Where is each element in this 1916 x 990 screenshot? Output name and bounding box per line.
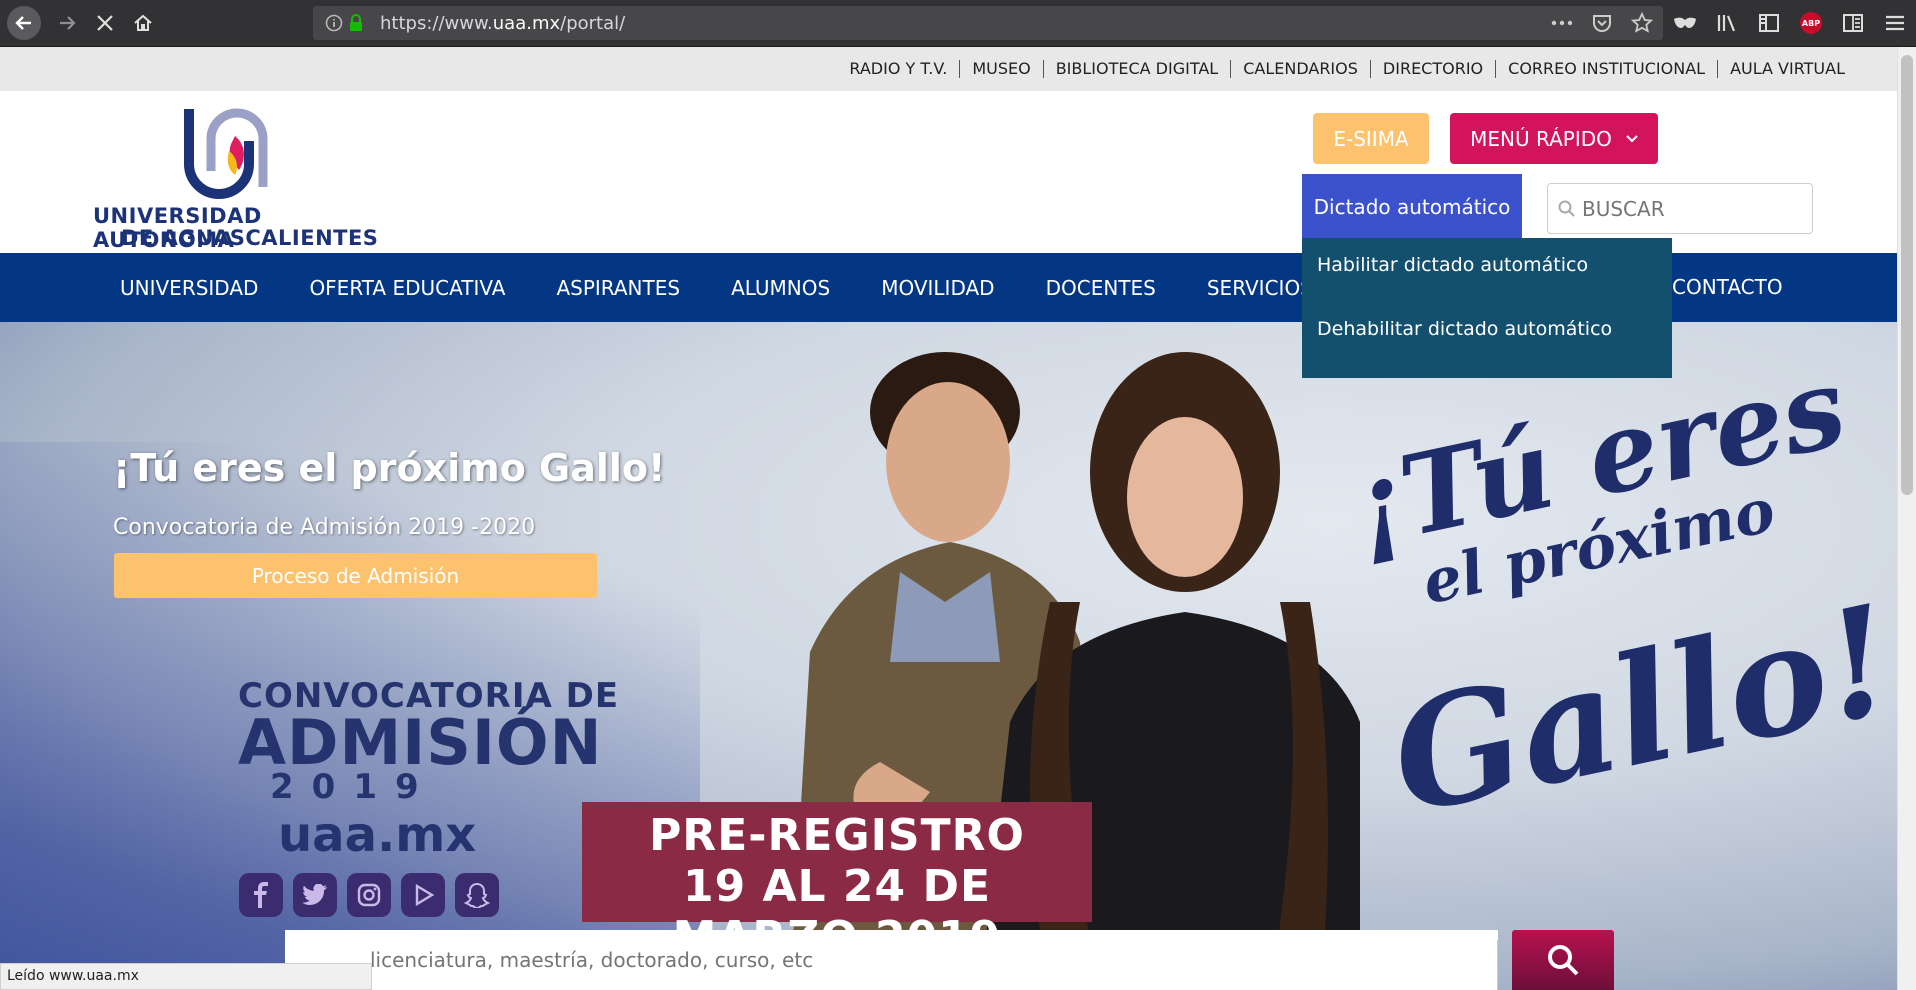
hero-subtitle: Convocatoria de Admisión 2019 -2020 — [113, 515, 536, 540]
link-biblioteca[interactable]: BIBLIOTECA DIGITAL — [1042, 60, 1231, 78]
nav-item-alumnos[interactable]: ALUMNOS — [731, 276, 830, 300]
home-icon — [134, 14, 152, 31]
hamburger-menu-icon[interactable] — [1882, 10, 1908, 36]
search-input[interactable] — [1582, 196, 1802, 222]
reader-icon[interactable] — [1840, 10, 1866, 36]
sidebar-icon[interactable] — [1756, 10, 1782, 36]
enable-dictation-item[interactable]: Habilitar dictado automático — [1317, 254, 1588, 276]
home-button[interactable] — [126, 6, 160, 40]
program-search — [285, 930, 1498, 990]
dictation-button[interactable]: Dictado automático — [1302, 174, 1522, 240]
snapchat-icon[interactable] — [455, 873, 499, 917]
scrollbar-thumb[interactable] — [1901, 55, 1913, 495]
esiima-button[interactable]: E-SIIMA — [1313, 113, 1429, 164]
quick-menu-button[interactable]: MENÚ RÁPIDO — [1450, 113, 1658, 164]
page-scrollbar[interactable] — [1897, 47, 1916, 990]
nav-item-oferta[interactable]: OFERTA EDUCATIVA — [309, 276, 505, 300]
browser-toolbar: https://www.uaa.mx/portal/ ABP — [0, 0, 1916, 47]
nav-item-movilidad[interactable]: MOVILIDAD — [881, 276, 994, 300]
arrow-left-icon — [15, 16, 31, 30]
adblock-icon[interactable]: ABP — [1798, 10, 1824, 36]
search-icon — [1548, 945, 1579, 976]
url-actions — [1551, 11, 1653, 35]
logo-mark-icon — [184, 108, 268, 199]
forward-button[interactable] — [50, 6, 84, 40]
nav-item-contacto[interactable]: CONTACTO — [1672, 253, 1783, 322]
nav-item-docentes[interactable]: DOCENTES — [1046, 276, 1156, 300]
nav-list: UNIVERSIDAD OFERTA EDUCATIVA ASPIRANTES … — [120, 253, 1408, 322]
hero-banner: ¡Tú eres el próximo Gallo! Convocatoria … — [0, 322, 1897, 990]
link-aula-virtual[interactable]: AULA VIRTUAL — [1717, 60, 1857, 78]
lock-icon — [350, 14, 362, 31]
twitter-icon[interactable] — [293, 873, 337, 917]
search-icon — [1558, 200, 1575, 217]
prereg-line1: PRE-REGISTRO — [649, 810, 1025, 861]
back-button[interactable] — [7, 6, 41, 40]
search-divider — [1497, 940, 1498, 990]
admission-process-button[interactable]: Proceso de Admisión — [114, 553, 597, 598]
star-icon[interactable] — [1631, 12, 1653, 34]
utility-bar: RADIO Y T.V. MUSEO BIBLIOTECA DIGITAL CA… — [0, 47, 1897, 91]
youtube-icon[interactable] — [401, 873, 445, 917]
dictation-menu: Habilitar dictado automático Dehabilitar… — [1302, 238, 1672, 378]
site-header: UNIVERSIDAD AUTONOMA DE AGUASCALIENTES E… — [0, 91, 1897, 253]
disable-dictation-item[interactable]: Dehabilitar dictado automático — [1317, 318, 1612, 340]
library-icon[interactable] — [1714, 10, 1740, 36]
link-correo[interactable]: CORREO INSTITUCIONAL — [1495, 60, 1717, 78]
utility-links: RADIO Y T.V. MUSEO BIBLIOTECA DIGITAL CA… — [837, 47, 1857, 91]
link-radio-tv[interactable]: RADIO Y T.V. — [837, 60, 959, 78]
site-search — [1547, 183, 1813, 234]
site-url-text: uaa.mx — [278, 807, 477, 863]
quick-menu-label: MENÚ RÁPIDO — [1470, 126, 1612, 151]
pocket-icon[interactable] — [1591, 12, 1613, 34]
nav-item-aspirantes[interactable]: ASPIRANTES — [556, 276, 680, 300]
facebook-icon[interactable] — [239, 873, 283, 917]
mask-icon[interactable] — [1672, 10, 1698, 36]
university-logo[interactable]: UNIVERSIDAD AUTONOMA DE AGUASCALIENTES — [93, 101, 383, 252]
convocatoria-year: 2019 — [270, 767, 437, 807]
nav-item-universidad[interactable]: UNIVERSIDAD — [120, 276, 258, 300]
status-bar: Leído www.uaa.mx — [0, 963, 372, 990]
more-icon[interactable] — [1551, 20, 1573, 26]
program-search-input[interactable] — [370, 948, 1470, 972]
chevron-down-icon — [1626, 134, 1638, 142]
url-text: https://www.uaa.mx/portal/ — [380, 13, 626, 34]
program-search-button[interactable] — [1512, 930, 1614, 990]
arrow-right-icon — [60, 16, 76, 30]
link-museo[interactable]: MUSEO — [959, 60, 1042, 78]
address-bar[interactable]: https://www.uaa.mx/portal/ — [313, 6, 1663, 40]
link-calendarios[interactable]: CALENDARIOS — [1230, 60, 1370, 78]
info-icon[interactable] — [325, 14, 343, 32]
instagram-icon[interactable] — [347, 873, 391, 917]
stop-button[interactable] — [88, 6, 122, 40]
social-icons — [239, 873, 499, 917]
hero-title: ¡Tú eres el próximo Gallo! — [113, 446, 666, 490]
close-icon — [97, 15, 113, 31]
logo-text-line2: DE AGUASCALIENTES — [121, 226, 379, 250]
toolbar-icons: ABP — [1672, 6, 1908, 40]
preregistration-banner: PRE-REGISTRO 19 AL 24 DE MARZO 2019 — [582, 802, 1092, 963]
link-directorio[interactable]: DIRECTORIO — [1369, 60, 1495, 78]
